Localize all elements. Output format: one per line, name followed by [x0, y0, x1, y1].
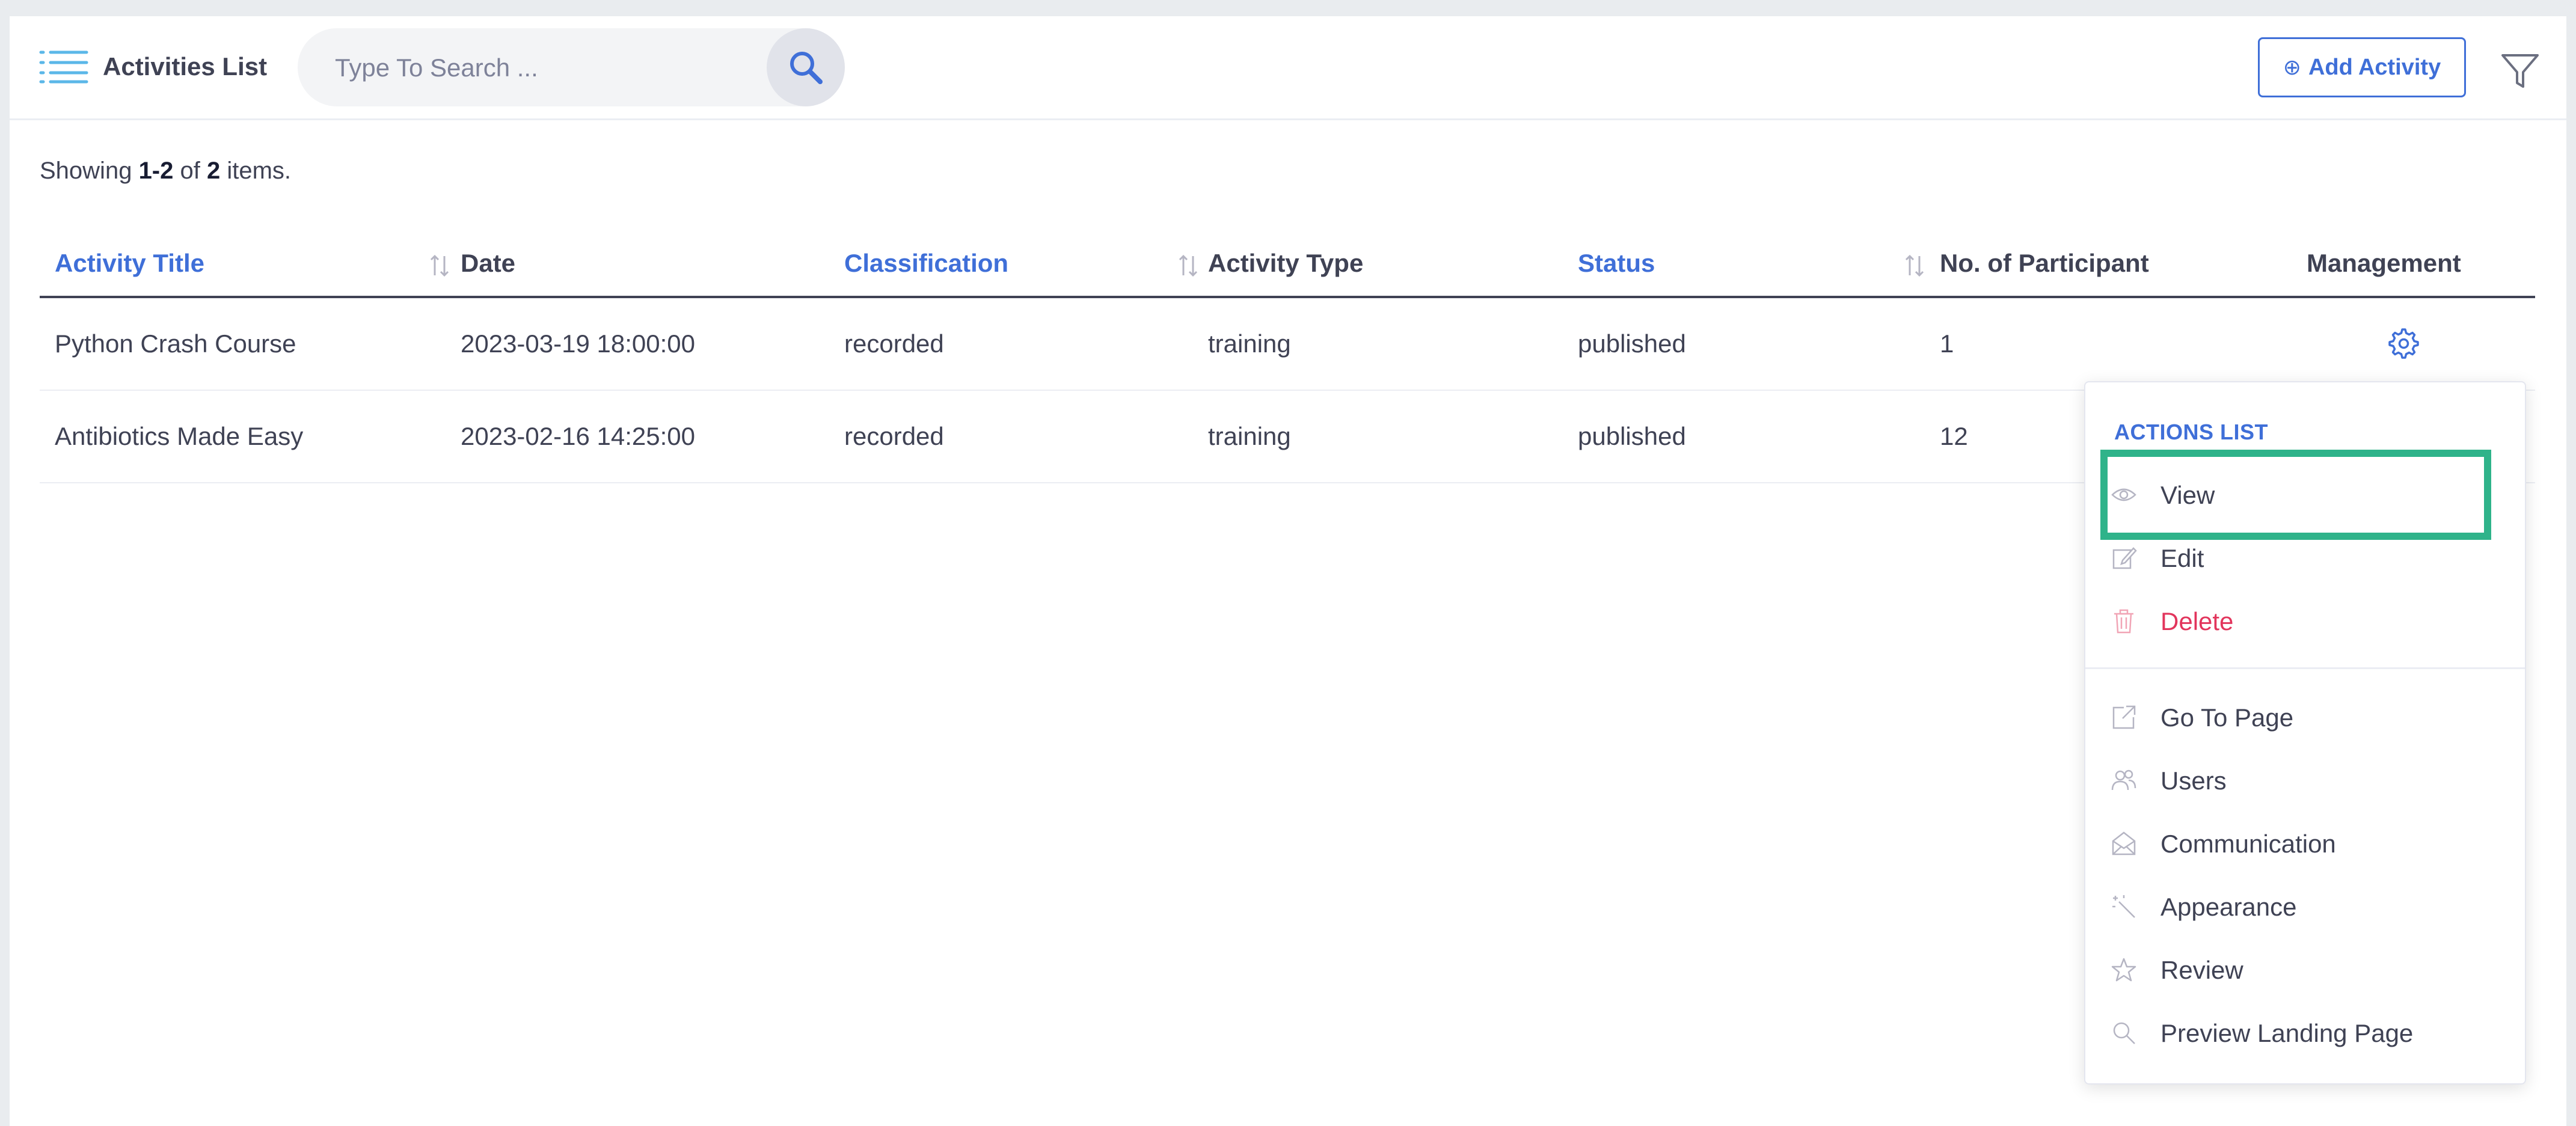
menu-item-delete[interactable]: Delete [2085, 591, 2525, 651]
menu-item-label: Edit [2160, 544, 2204, 572]
magnifier-icon [2113, 1022, 2135, 1044]
trash-icon [2114, 609, 2133, 634]
summary-range: 1-2 [138, 158, 174, 184]
menu-item-go-to-page[interactable]: Go To Page [2085, 687, 2525, 747]
menu-item-communication[interactable]: Communication [2085, 813, 2525, 874]
cell-activity-title: Python Crash Course [55, 329, 296, 358]
menu-item-label: Communication [2160, 830, 2336, 858]
activities-card: Activities List ⊕ Add Activity Showing 1… [10, 16, 2566, 1126]
column-header-activity-type: Activity Type [1208, 249, 1364, 277]
menu-item-view[interactable]: View [2085, 465, 2525, 525]
eye-icon [2111, 488, 2136, 501]
star-icon [2111, 958, 2136, 982]
menu-item-appearance[interactable]: Appearance [2085, 877, 2525, 937]
menu-divider [2085, 667, 2525, 669]
sort-icon[interactable] [1176, 252, 1200, 279]
cell-participants: 1 [1940, 329, 1954, 358]
users-icon [2111, 770, 2136, 791]
menu-item-label: Users [2160, 766, 2227, 795]
magic-wand-icon [2112, 895, 2135, 918]
cell-activity-type: training [1208, 422, 1291, 450]
table-row: Python Crash Course 2023-03-19 18:00:00 … [40, 298, 2535, 391]
menu-item-users[interactable]: Users [2085, 750, 2525, 810]
table-header: Activity Title Date Classification Activ… [40, 230, 2535, 298]
summary-middle: of [173, 158, 207, 184]
column-header-participants: No. of Participant [1940, 249, 2149, 277]
gear-icon[interactable] [2385, 326, 2420, 361]
cell-classification: recorded [844, 329, 944, 358]
items-summary: Showing 1-2 of 2 items. [40, 158, 291, 185]
list-icon [39, 50, 88, 84]
sort-icon[interactable] [428, 252, 452, 279]
search-button[interactable] [767, 28, 845, 106]
actions-list-heading: ACTIONS LIST [2114, 420, 2268, 444]
menu-item-edit[interactable]: Edit [2085, 528, 2525, 588]
column-header-classification[interactable]: Classification [844, 249, 1008, 278]
cell-participants: 12 [1940, 422, 1968, 450]
page-title: Activities List [103, 52, 268, 81]
search-icon [790, 52, 823, 84]
menu-item-label: Delete [2160, 607, 2234, 635]
column-header-date: Date [461, 249, 516, 277]
filter-icon[interactable] [2499, 49, 2541, 91]
search-input[interactable] [334, 28, 745, 108]
summary-suffix: items. [220, 158, 292, 184]
cell-activity-type: training [1208, 329, 1291, 358]
column-header-status[interactable]: Status [1578, 249, 1655, 278]
sort-icon[interactable] [1903, 252, 1927, 279]
add-activity-button[interactable]: ⊕ Add Activity [2258, 37, 2466, 97]
add-activity-label: Add Activity [2308, 54, 2441, 80]
search-box [298, 28, 845, 108]
external-page-icon [2112, 705, 2136, 729]
cell-status: published [1578, 329, 1686, 358]
column-header-management: Management [2307, 249, 2461, 277]
menu-item-review[interactable]: Review [2085, 940, 2525, 1000]
menu-item-label: Go To Page [2160, 703, 2294, 732]
cell-classification: recorded [844, 422, 944, 450]
menu-item-preview-landing-page[interactable]: Preview Landing Page [2085, 1003, 2525, 1063]
menu-item-label: Appearance [2160, 893, 2297, 921]
summary-total: 2 [206, 158, 221, 184]
cell-date: 2023-03-19 18:00:00 [461, 329, 695, 358]
column-header-activity-title[interactable]: Activity Title [55, 249, 204, 278]
card-header: Activities List ⊕ Add Activity [10, 16, 2566, 120]
menu-item-label: Review [2160, 956, 2243, 984]
menu-item-label: Preview Landing Page [2160, 1019, 2414, 1047]
cell-status: published [1578, 422, 1686, 450]
plus-circle-icon: ⊕ [2283, 55, 2301, 79]
summary-prefix: Showing [40, 158, 139, 184]
cell-date: 2023-02-16 14:25:00 [461, 422, 695, 450]
mail-icon [2112, 831, 2136, 855]
cell-activity-title: Antibiotics Made Easy [55, 422, 304, 450]
actions-dropdown: ACTIONS LIST View Edit Delete Go To Page… [2084, 381, 2526, 1085]
menu-item-label: View [2160, 481, 2215, 509]
edit-icon [2112, 547, 2137, 569]
